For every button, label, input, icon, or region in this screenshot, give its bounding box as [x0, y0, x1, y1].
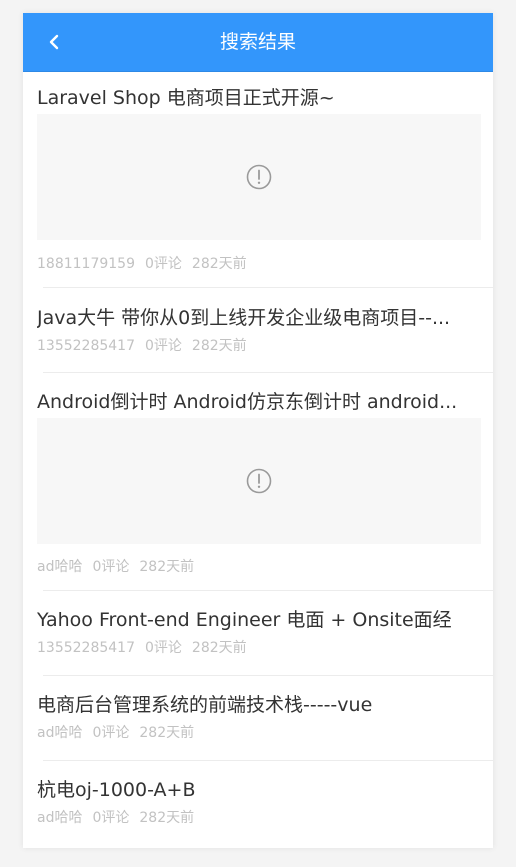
result-title[interactable]: Android倒计时 Android仿京东倒计时 android...: [37, 373, 481, 415]
result-item[interactable]: Laravel Shop 电商项目正式开源~ 18811179159 0评论 282…: [23, 72, 493, 288]
header-bar: 搜索结果: [23, 13, 493, 72]
result-comments: 0评论: [144, 338, 182, 354]
result-comments: 0评论: [144, 640, 182, 656]
result-author: ad哈哈: [37, 725, 83, 741]
search-results-list: Laravel Shop 电商项目正式开源~ 18811179159 0评论 282…: [23, 72, 493, 846]
result-comments: 0评论: [92, 810, 130, 826]
result-meta: 18811179159 0评论 282天前: [37, 255, 481, 273]
result-meta: 13552285417 0评论 282天前: [37, 337, 481, 355]
result-author: 13552285417: [37, 640, 135, 656]
result-thumbnail: [37, 114, 481, 240]
result-comments: 0评论: [92, 725, 130, 741]
result-time: 282天前: [139, 725, 195, 741]
result-item[interactable]: Android倒计时 Android仿京东倒计时 android... ad哈哈…: [23, 373, 493, 591]
result-item[interactable]: Yahoo Front-end Engineer 电面 + Onsite面经 1…: [23, 591, 493, 676]
result-author: 13552285417: [37, 338, 135, 354]
result-title[interactable]: Java大牛 带你从0到上线开发企业级电商项目--...: [37, 288, 481, 331]
app-screen: 搜索结果 Laravel Shop 电商项目正式开源~ 18811179159 0…: [23, 13, 493, 848]
result-time: 282天前: [139, 810, 195, 826]
page-title: 搜索结果: [219, 31, 296, 53]
result-title[interactable]: Laravel Shop 电商项目正式开源~: [37, 72, 481, 111]
result-time: 282天前: [191, 640, 247, 656]
result-title[interactable]: Yahoo Front-end Engineer 电面 + Onsite面经: [37, 591, 481, 633]
result-time: 282天前: [191, 256, 247, 272]
alert-circle-icon: [246, 164, 272, 190]
result-title[interactable]: 电商后台管理系统的前端技术栈-----vue: [37, 676, 481, 718]
result-item[interactable]: Java大牛 带你从0到上线开发企业级电商项目--... 13552285417…: [23, 288, 493, 373]
result-meta: ad哈哈 0评论 282天前: [37, 809, 481, 827]
result-meta: 13552285417 0评论 282天前: [37, 639, 481, 657]
result-thumbnail: [37, 418, 481, 544]
result-author: ad哈哈: [37, 559, 83, 575]
result-item[interactable]: 杭电oj-1000-A+B ad哈哈 0评论 282天前: [23, 761, 493, 846]
result-comments: 0评论: [144, 256, 182, 272]
result-author: 18811179159: [37, 256, 135, 272]
result-meta: ad哈哈 0评论 282天前: [37, 558, 481, 576]
alert-circle-icon: [246, 468, 272, 494]
result-meta: ad哈哈 0评论 282天前: [37, 724, 481, 742]
result-time: 282天前: [139, 559, 195, 575]
result-time: 282天前: [191, 338, 247, 354]
result-title[interactable]: 杭电oj-1000-A+B: [37, 761, 481, 803]
result-author: ad哈哈: [37, 810, 83, 826]
result-comments: 0评论: [92, 559, 130, 575]
result-item[interactable]: 电商后台管理系统的前端技术栈-----vue ad哈哈 0评论 282天前: [23, 676, 493, 761]
